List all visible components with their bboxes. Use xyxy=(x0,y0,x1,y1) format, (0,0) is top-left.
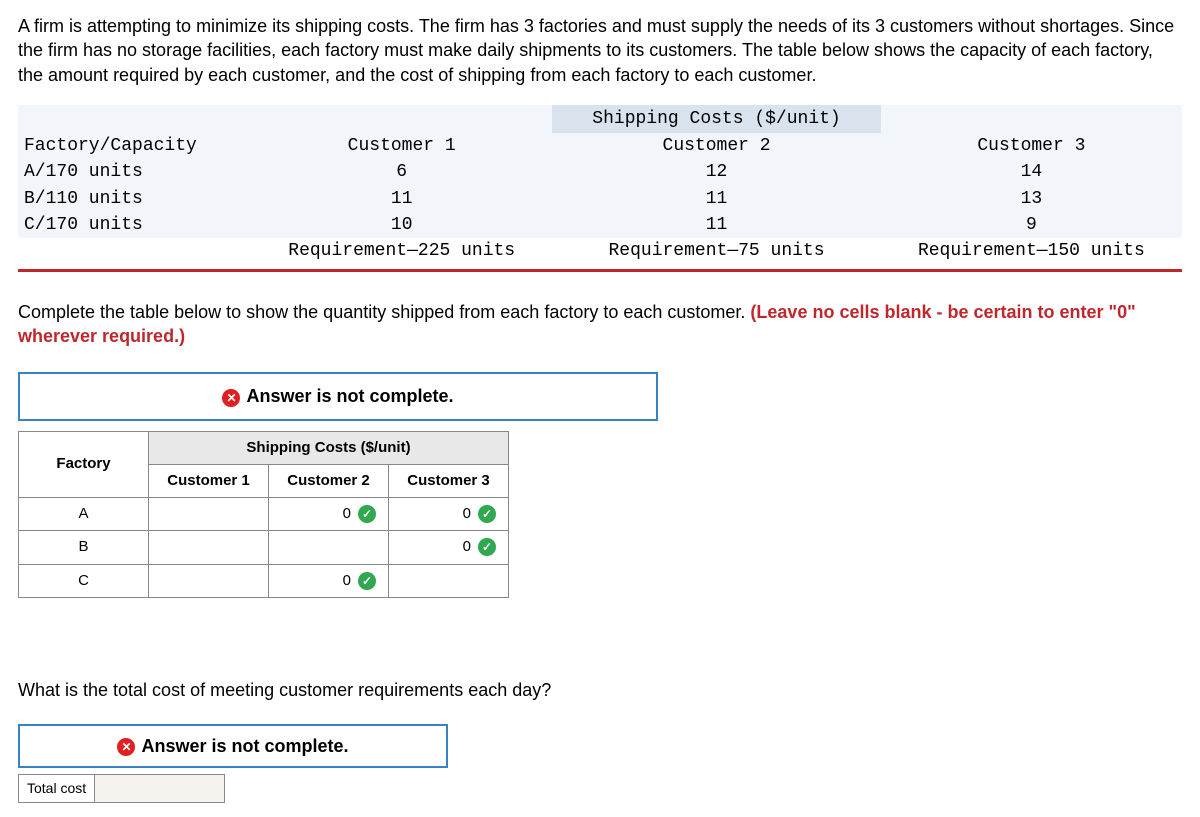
answer-cell-b-2[interactable] xyxy=(269,531,389,564)
check-icon: ✓ xyxy=(358,505,376,523)
answer-status-banner: ✕ Answer is not complete. xyxy=(18,372,658,420)
answer-row-b-label: B xyxy=(19,531,149,564)
instruction-text: Complete the table below to show the qua… xyxy=(18,300,1182,349)
answer-row-header: Factory xyxy=(19,431,149,498)
answer-cell-c-2[interactable]: 0✓ xyxy=(269,564,389,597)
question-total-cost: What is the total cost of meeting custom… xyxy=(18,678,1182,702)
table-row: B 0✓ xyxy=(19,531,509,564)
check-icon: ✓ xyxy=(358,572,376,590)
total-cost-label: Total cost xyxy=(19,775,95,803)
answer-status-banner-2: ✕ Answer is not complete. xyxy=(18,724,448,768)
cell-a-2: 12 xyxy=(552,159,880,185)
answer-col-1: Customer 1 xyxy=(149,464,269,497)
problem-statement: A firm is attempting to minimize its shi… xyxy=(18,14,1182,87)
divider-bar xyxy=(18,269,1182,272)
total-cost-input[interactable] xyxy=(95,775,225,803)
corner-label: Factory/Capacity xyxy=(18,133,251,159)
x-icon: ✕ xyxy=(117,738,135,756)
row-a-label: A/170 units xyxy=(18,159,251,185)
total-cost-table: Total cost xyxy=(18,774,225,803)
cell-a-1: 6 xyxy=(251,159,552,185)
banner-text: Answer is not complete. xyxy=(246,386,453,406)
row-c-label: C/170 units xyxy=(18,212,251,238)
cell-b-3: 13 xyxy=(881,186,1182,212)
check-icon: ✓ xyxy=(478,505,496,523)
x-icon: ✕ xyxy=(222,389,240,407)
check-icon: ✓ xyxy=(478,538,496,556)
answer-input-table: Factory Shipping Costs ($/unit) Customer… xyxy=(18,431,509,598)
answer-group-header: Shipping Costs ($/unit) xyxy=(149,431,509,464)
answer-col-3: Customer 3 xyxy=(389,464,509,497)
col-header-2: Customer 2 xyxy=(552,133,880,159)
answer-cell-b-3[interactable]: 0✓ xyxy=(389,531,509,564)
shipping-cost-table: Shipping Costs ($/unit) Factory/Capacity… xyxy=(18,105,1182,265)
answer-cell-c-3[interactable] xyxy=(389,564,509,597)
requirement-1: Requirement—225 units xyxy=(251,238,552,264)
table-row: A 0✓ 0✓ xyxy=(19,498,509,531)
cell-c-3: 9 xyxy=(881,212,1182,238)
answer-col-2: Customer 2 xyxy=(269,464,389,497)
answer-cell-b-1[interactable] xyxy=(149,531,269,564)
answer-cell-a-2[interactable]: 0✓ xyxy=(269,498,389,531)
cell-c-2: 11 xyxy=(552,212,880,238)
answer-cell-a-1[interactable] xyxy=(149,498,269,531)
banner-text-2: Answer is not complete. xyxy=(141,736,348,756)
cell-a-3: 14 xyxy=(881,159,1182,185)
answer-cell-c-1[interactable] xyxy=(149,564,269,597)
shipping-group-header: Shipping Costs ($/unit) xyxy=(552,105,880,133)
cell-b-1: 11 xyxy=(251,186,552,212)
requirement-3: Requirement—150 units xyxy=(881,238,1182,264)
cell-c-1: 10 xyxy=(251,212,552,238)
instruction-prefix: Complete the table below to show the qua… xyxy=(18,302,750,322)
answer-cell-a-3[interactable]: 0✓ xyxy=(389,498,509,531)
row-b-label: B/110 units xyxy=(18,186,251,212)
cell-b-2: 11 xyxy=(552,186,880,212)
answer-row-a-label: A xyxy=(19,498,149,531)
col-header-3: Customer 3 xyxy=(881,133,1182,159)
answer-row-c-label: C xyxy=(19,564,149,597)
col-header-1: Customer 1 xyxy=(251,133,552,159)
requirement-2: Requirement—75 units xyxy=(552,238,880,264)
table-row: C 0✓ xyxy=(19,564,509,597)
